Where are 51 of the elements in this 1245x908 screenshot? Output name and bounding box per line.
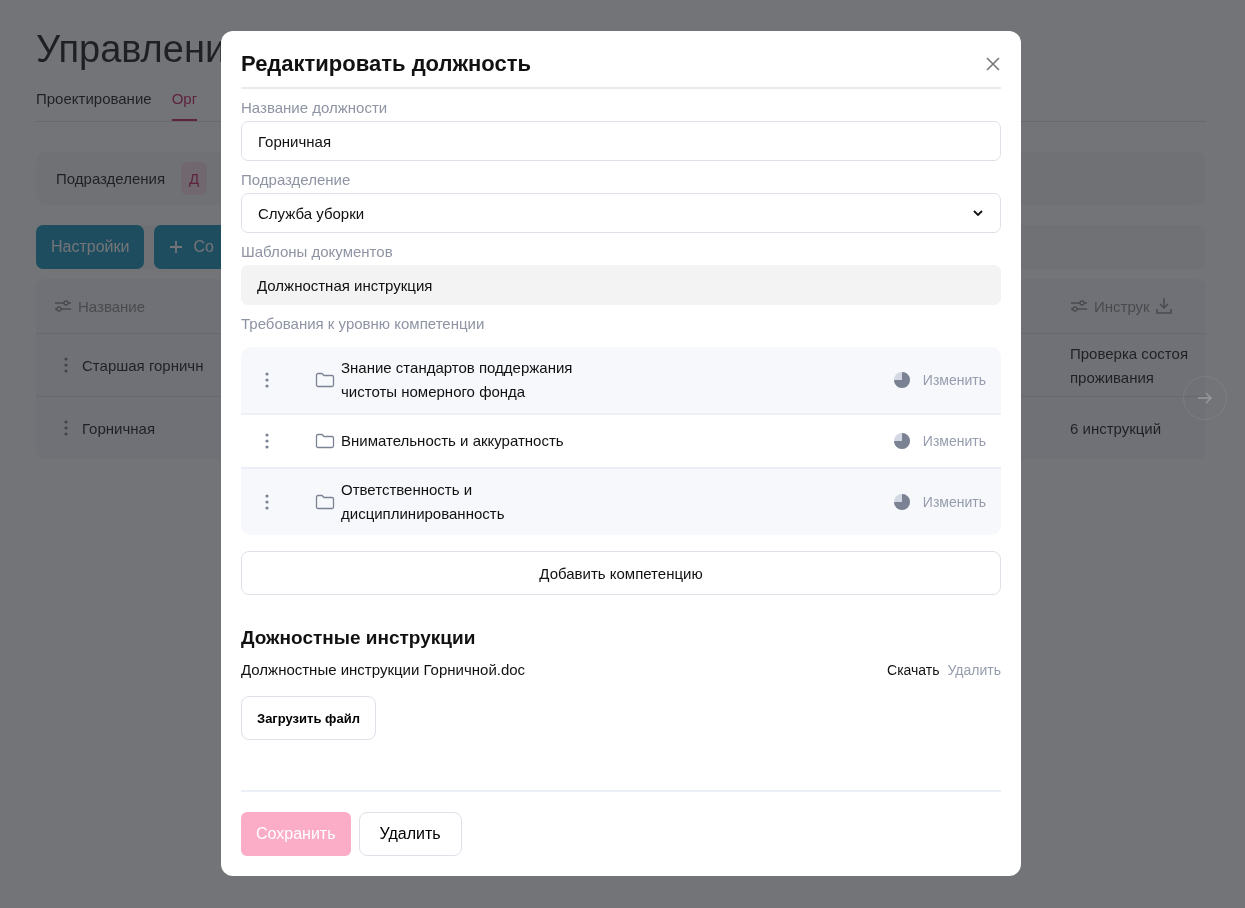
filter-icon	[1070, 299, 1088, 313]
pie-chart-icon	[892, 371, 911, 389]
chevron-down-icon	[972, 209, 984, 217]
folder-icon	[315, 372, 335, 388]
table-cell: Горничная	[82, 419, 156, 437]
nav-tab[interactable]: Проектирование	[36, 90, 152, 121]
more-icon[interactable]	[64, 357, 68, 373]
download-icon[interactable]	[1155, 297, 1172, 315]
edit-link[interactable]: Изменить	[922, 494, 986, 510]
edit-link[interactable]: Изменить	[922, 433, 986, 449]
folder-icon	[315, 433, 335, 449]
edit-link[interactable]: Изменить	[922, 372, 986, 388]
add-competence-button[interactable]: Добавить компетенцию	[241, 551, 1001, 595]
upload-button[interactable]: Загрузить файл	[241, 696, 376, 740]
table-cell-text: 6 инструкций	[1070, 419, 1163, 439]
competence-name: Ответственность и	[341, 480, 474, 500]
file-name: Должностные инструкции Горничной.doc	[241, 661, 527, 678]
plus-icon	[169, 240, 184, 254]
select-field[interactable]: Служба уборки	[241, 193, 1001, 233]
field-label: Название должности	[241, 99, 389, 116]
table-cell-text: проживания	[1070, 368, 1155, 388]
pie-chart-icon	[892, 493, 911, 511]
subtab[interactable]: Д	[181, 162, 208, 195]
more-icon[interactable]	[265, 372, 269, 388]
folder-icon	[315, 494, 335, 510]
pie-chart-icon	[892, 432, 911, 450]
filter-icon	[54, 299, 72, 313]
section-title: Дожностные инструкции	[241, 627, 477, 649]
close-icon[interactable]	[985, 56, 1001, 72]
more-icon[interactable]	[265, 433, 269, 449]
delete-button[interactable]: Удалить	[358, 812, 462, 856]
nav-tab[interactable]: Орг	[171, 90, 198, 121]
competence-name: Внимательность и аккуратность	[341, 431, 565, 451]
toolbar-button[interactable]: Настройки	[36, 225, 145, 269]
field-label: Требования к уровню компетенции	[241, 315, 486, 332]
table-cell-text: Проверка состоя	[1070, 344, 1190, 364]
input-field[interactable]: Горничная	[241, 121, 1001, 161]
template-field: Должностная инструкция	[241, 265, 1001, 305]
subtab[interactable]: Подразделения	[48, 162, 174, 195]
delete-link[interactable]: Удалить	[947, 661, 1001, 678]
dialog-title: Редактировать должность	[241, 51, 532, 77]
arrow-right-icon	[1197, 392, 1213, 404]
more-icon[interactable]	[265, 494, 269, 510]
competence-name: Знание стандартов поддержания	[341, 358, 574, 378]
table-cell: Старшая горничн	[82, 356, 204, 374]
competence-name: чистоты номерного фонда	[341, 382, 527, 402]
download-link[interactable]: Скачать	[887, 661, 940, 678]
field-label: Подразделение	[241, 171, 352, 188]
field-label: Шаблоны документов	[241, 243, 394, 260]
competence-name: дисциплинированность	[341, 504, 506, 524]
more-icon[interactable]	[64, 420, 68, 436]
